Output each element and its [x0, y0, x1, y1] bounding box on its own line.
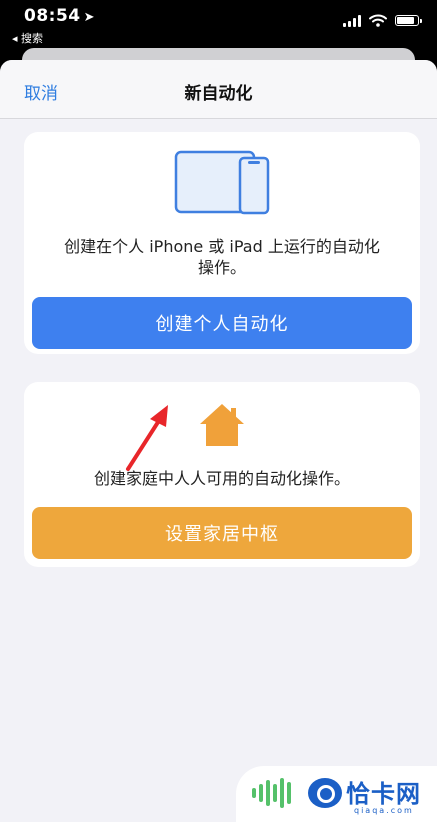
personal-description: 创建在个人 iPhone 或 iPad 上运行的自动化 操作。 [24, 236, 420, 278]
status-icons [343, 14, 422, 27]
status-time: 08:54 ➤ [24, 6, 95, 26]
annotation-arrow-icon [126, 405, 168, 471]
iphone-ipad-icon [174, 150, 270, 215]
watermark-domain: qiaqa.com [354, 806, 414, 815]
page-title: 新自动化 [184, 84, 253, 104]
personal-description-line1: 创建在个人 iPhone 或 iPad 上运行的自动化 [64, 237, 380, 256]
battery-icon [395, 15, 422, 26]
watermark-bars-icon [252, 778, 291, 808]
nav-bar: 取消 新自动化 [0, 60, 437, 119]
wifi-icon [369, 14, 387, 27]
new-automation-sheet: 取消 新自动化 创建在个人 iPhone 或 iPad 上运行的自动化 操作。 … [0, 60, 437, 822]
watermark-brand: 恰卡网 [346, 780, 421, 808]
home-automation-card: 创建家庭中人人可用的自动化操作。 设置家居中枢 [24, 382, 420, 567]
watermark-circle-icon [308, 778, 342, 808]
home-icon [200, 404, 244, 446]
status-bar: 08:54 ➤ ◂ 搜索 [0, 0, 437, 50]
back-to-search-link[interactable]: ◂ 搜索 [12, 30, 43, 46]
watermark-logo: 恰卡网 qiaqa.com [236, 766, 437, 822]
create-personal-automation-button[interactable]: 创建个人自动化 [32, 297, 412, 349]
cellular-signal-icon [343, 14, 361, 27]
personal-description-line2: 操作。 [197, 258, 246, 277]
location-arrow-icon: ➤ [83, 10, 96, 25]
personal-automation-card: 创建在个人 iPhone 或 iPad 上运行的自动化 操作。 创建个人自动化 [24, 132, 420, 354]
time-label: 08:54 [24, 6, 81, 26]
setup-home-hub-button[interactable]: 设置家居中枢 [32, 507, 412, 559]
home-description: 创建家庭中人人可用的自动化操作。 [93, 469, 350, 488]
